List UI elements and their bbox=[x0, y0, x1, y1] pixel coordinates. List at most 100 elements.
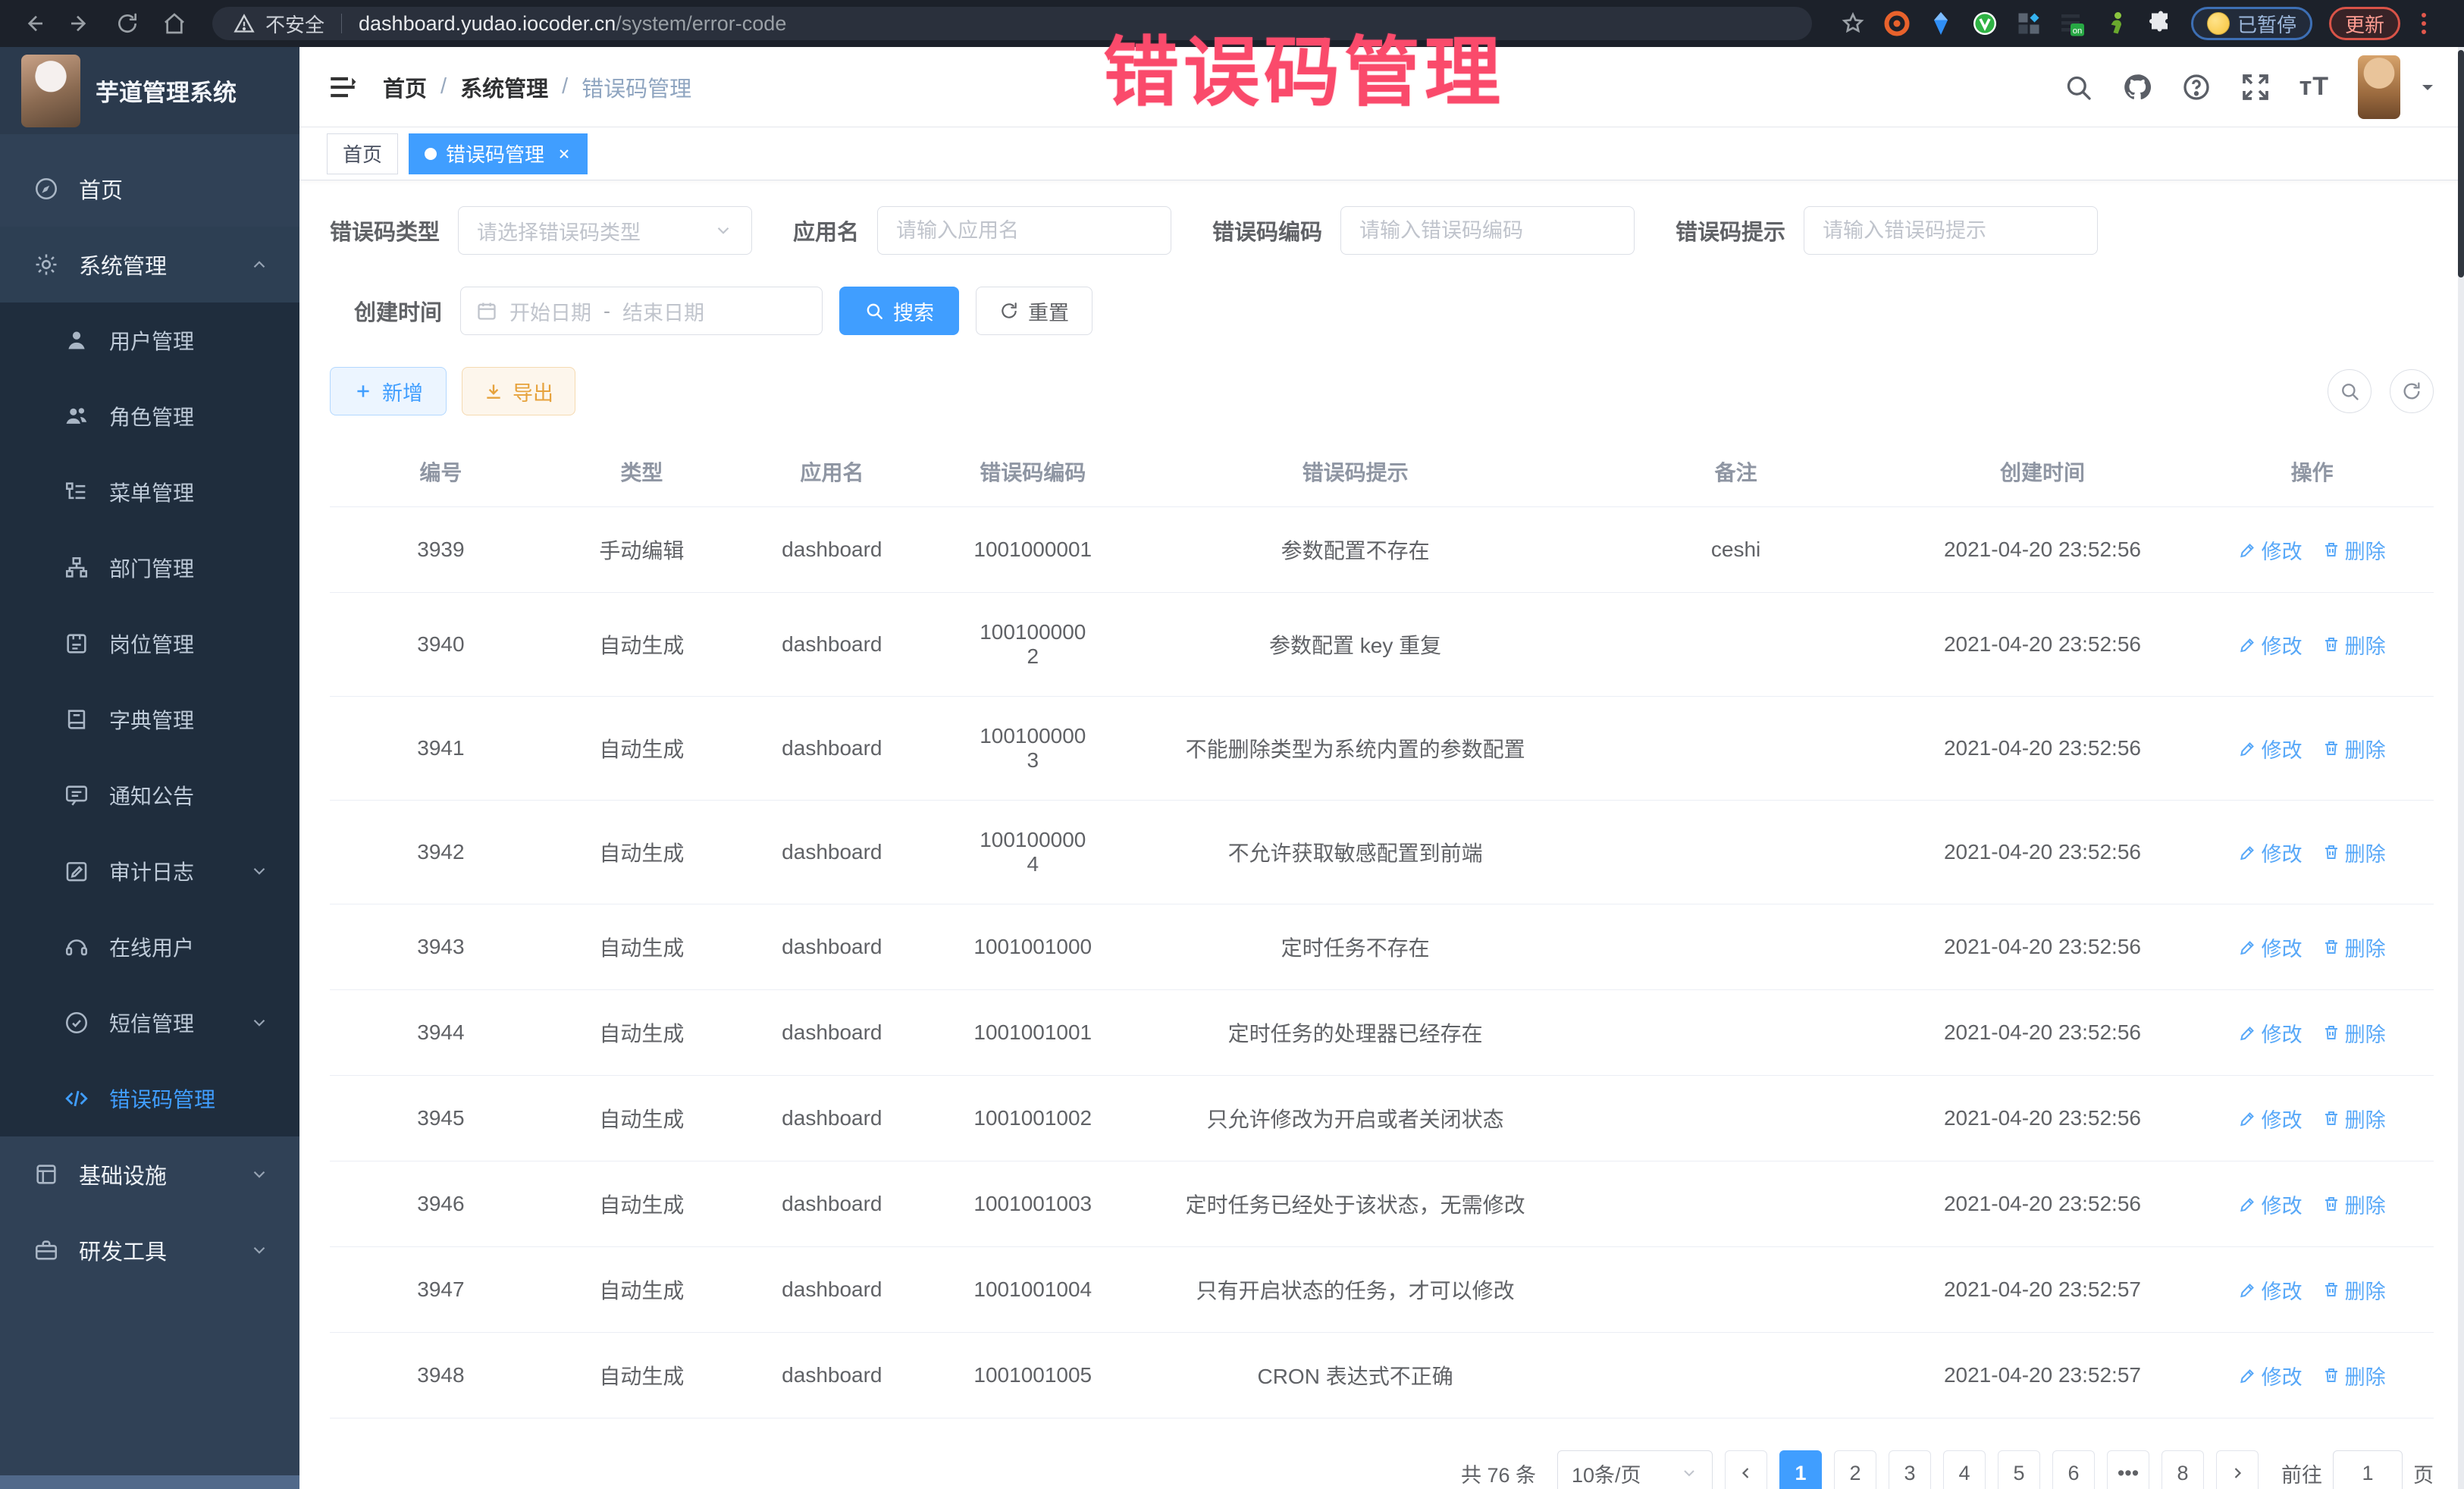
sidebar-scrollbar[interactable] bbox=[0, 1475, 299, 1489]
reload-icon[interactable] bbox=[114, 10, 141, 37]
edit-button[interactable]: 修改 bbox=[2239, 838, 2303, 867]
edit-button[interactable]: 修改 bbox=[2239, 1018, 2303, 1048]
sidebar-item[interactable]: 首页 bbox=[0, 151, 299, 227]
update-button[interactable]: 更新 bbox=[2329, 7, 2400, 40]
sidebar-item[interactable]: 审计日志 bbox=[0, 833, 299, 909]
browser-menu-icon[interactable] bbox=[2417, 13, 2431, 34]
url-text[interactable]: dashboard.yudao.iocoder.cn/system/error-… bbox=[359, 12, 786, 36]
toggle-search-button[interactable] bbox=[2328, 369, 2372, 413]
extension-figure-icon[interactable] bbox=[2103, 10, 2130, 37]
edit-button[interactable]: 修改 bbox=[2239, 1361, 2303, 1390]
app-logo[interactable]: 芋道管理系统 bbox=[0, 47, 299, 134]
sidebar-item[interactable]: 短信管理 bbox=[0, 985, 299, 1061]
extension-grid-icon[interactable] bbox=[2015, 10, 2042, 37]
table-row[interactable]: 3945自动生成dashboard1001001002只允许修改为开启或者关闭状… bbox=[330, 1076, 2434, 1161]
window-scrollbar[interactable] bbox=[2458, 47, 2464, 1489]
search-icon[interactable] bbox=[2063, 72, 2093, 102]
edit-button[interactable]: 修改 bbox=[2239, 535, 2303, 565]
table-row[interactable]: 3943自动生成dashboard1001001000定时任务不存在2021-0… bbox=[330, 904, 2434, 990]
page-button[interactable]: 8 bbox=[2161, 1450, 2204, 1489]
table-row[interactable]: 3942自动生成dashboard100100000 4不允许获取敏感配置到前端… bbox=[330, 801, 2434, 904]
help-icon[interactable] bbox=[2181, 72, 2212, 102]
date-range-picker[interactable]: 开始日期 - 结束日期 bbox=[460, 287, 823, 335]
page-button[interactable]: 4 bbox=[1943, 1450, 1986, 1489]
close-icon[interactable] bbox=[556, 146, 572, 161]
github-icon[interactable] bbox=[2122, 72, 2152, 102]
table-row[interactable]: 3948自动生成dashboard1001001005CRON 表达式不正确20… bbox=[330, 1333, 2434, 1418]
bookmark-star-icon[interactable] bbox=[1839, 10, 1867, 37]
fullscreen-icon[interactable] bbox=[2240, 72, 2271, 102]
page-size-select[interactable]: 10条/页 bbox=[1557, 1450, 1713, 1489]
sidebar-item[interactable]: 系统管理 bbox=[0, 227, 299, 303]
breadcrumb-system[interactable]: 系统管理 bbox=[460, 71, 548, 103]
table-row[interactable]: 3944自动生成dashboard1001001001定时任务的处理器已经存在2… bbox=[330, 990, 2434, 1076]
extension-puzzle-icon[interactable] bbox=[2147, 10, 2174, 37]
page-button-active[interactable]: 1 bbox=[1779, 1450, 1822, 1489]
refresh-table-button[interactable] bbox=[2390, 369, 2434, 413]
table-row[interactable]: 3939手动编辑dashboard1001000001参数配置不存在ceshi2… bbox=[330, 507, 2434, 593]
app-name-input[interactable] bbox=[877, 206, 1171, 255]
goto-page-input[interactable] bbox=[2333, 1450, 2403, 1489]
sidebar-item[interactable]: 错误码管理 bbox=[0, 1061, 299, 1136]
page-button[interactable]: 3 bbox=[1889, 1450, 1931, 1489]
font-size-icon[interactable]: тT bbox=[2299, 72, 2329, 102]
page-button[interactable]: ••• bbox=[2107, 1450, 2149, 1489]
edit-button[interactable]: 修改 bbox=[2239, 1190, 2303, 1219]
sidebar-item[interactable]: 岗位管理 bbox=[0, 606, 299, 682]
sidebar-item[interactable]: 在线用户 bbox=[0, 909, 299, 985]
home-icon[interactable] bbox=[161, 10, 188, 37]
extension-target-icon[interactable] bbox=[1883, 10, 1911, 37]
delete-button[interactable]: 删除 bbox=[2322, 1361, 2386, 1390]
delete-button[interactable]: 删除 bbox=[2322, 734, 2386, 763]
edit-button[interactable]: 修改 bbox=[2239, 1275, 2303, 1305]
delete-button[interactable]: 删除 bbox=[2322, 1275, 2386, 1305]
back-icon[interactable] bbox=[20, 10, 47, 37]
export-button[interactable]: 导出 bbox=[462, 367, 575, 415]
not-secure-label[interactable]: 不安全 bbox=[265, 10, 324, 38]
page-button[interactable]: 6 bbox=[2052, 1450, 2095, 1489]
table-row[interactable]: 3946自动生成dashboard1001001003定时任务已经处于该状态，无… bbox=[330, 1161, 2434, 1247]
forward-icon[interactable] bbox=[67, 10, 94, 37]
edit-button[interactable]: 修改 bbox=[2239, 1104, 2303, 1133]
error-type-select[interactable]: 请选择错误码类型 bbox=[458, 206, 752, 255]
delete-button[interactable]: 删除 bbox=[2322, 1018, 2386, 1048]
tab-home[interactable]: 首页 bbox=[327, 133, 398, 174]
sidebar-item[interactable]: 字典管理 bbox=[0, 682, 299, 757]
address-bar[interactable]: 不安全 dashboard.yudao.iocoder.cn/system/er… bbox=[212, 7, 1812, 40]
sidebar-item[interactable]: 菜单管理 bbox=[0, 454, 299, 530]
extension-v-icon[interactable] bbox=[1971, 10, 1998, 37]
page-button[interactable]: 2 bbox=[1834, 1450, 1876, 1489]
delete-button[interactable]: 删除 bbox=[2322, 1190, 2386, 1219]
extension-list-on-icon[interactable]: on bbox=[2059, 10, 2086, 37]
scrollbar-thumb[interactable] bbox=[2458, 50, 2464, 277]
sidebar-item[interactable]: 部门管理 bbox=[0, 530, 299, 606]
delete-button[interactable]: 删除 bbox=[2322, 630, 2386, 660]
breadcrumb-home[interactable]: 首页 bbox=[383, 71, 427, 103]
delete-button[interactable]: 删除 bbox=[2322, 535, 2386, 565]
sidebar-item[interactable]: 用户管理 bbox=[0, 303, 299, 378]
error-hint-input[interactable] bbox=[1804, 206, 2098, 255]
table-row[interactable]: 3947自动生成dashboard1001001004只有开启状态的任务，才可以… bbox=[330, 1247, 2434, 1333]
delete-button[interactable]: 删除 bbox=[2322, 933, 2386, 962]
sidebar-item[interactable]: 通知公告 bbox=[0, 757, 299, 833]
delete-button[interactable]: 删除 bbox=[2322, 838, 2386, 867]
prev-page-button[interactable] bbox=[1725, 1450, 1767, 1489]
user-avatar[interactable] bbox=[2358, 55, 2400, 119]
sidebar-item[interactable]: 角色管理 bbox=[0, 378, 299, 454]
extension-gem-icon[interactable] bbox=[1927, 10, 1955, 37]
error-code-input[interactable] bbox=[1340, 206, 1635, 255]
profile-paused-badge[interactable]: 已暂停 bbox=[2191, 7, 2312, 40]
table-row[interactable]: 3941自动生成dashboard100100000 3不能删除类型为系统内置的… bbox=[330, 697, 2434, 801]
search-button[interactable]: 搜索 bbox=[839, 287, 959, 335]
edit-button[interactable]: 修改 bbox=[2239, 630, 2303, 660]
table-row[interactable]: 3940自动生成dashboard100100000 2参数配置 key 重复2… bbox=[330, 593, 2434, 697]
sidebar-item[interactable]: 研发工具 bbox=[0, 1212, 299, 1288]
edit-button[interactable]: 修改 bbox=[2239, 933, 2303, 962]
edit-button[interactable]: 修改 bbox=[2239, 734, 2303, 763]
chevron-down-icon[interactable] bbox=[2419, 78, 2437, 96]
tab-error-code[interactable]: 错误码管理 bbox=[409, 133, 588, 174]
page-button[interactable]: 5 bbox=[1998, 1450, 2040, 1489]
next-page-button[interactable] bbox=[2216, 1450, 2259, 1489]
hamburger-icon[interactable] bbox=[327, 71, 359, 103]
sidebar-item[interactable]: 基础设施 bbox=[0, 1136, 299, 1212]
